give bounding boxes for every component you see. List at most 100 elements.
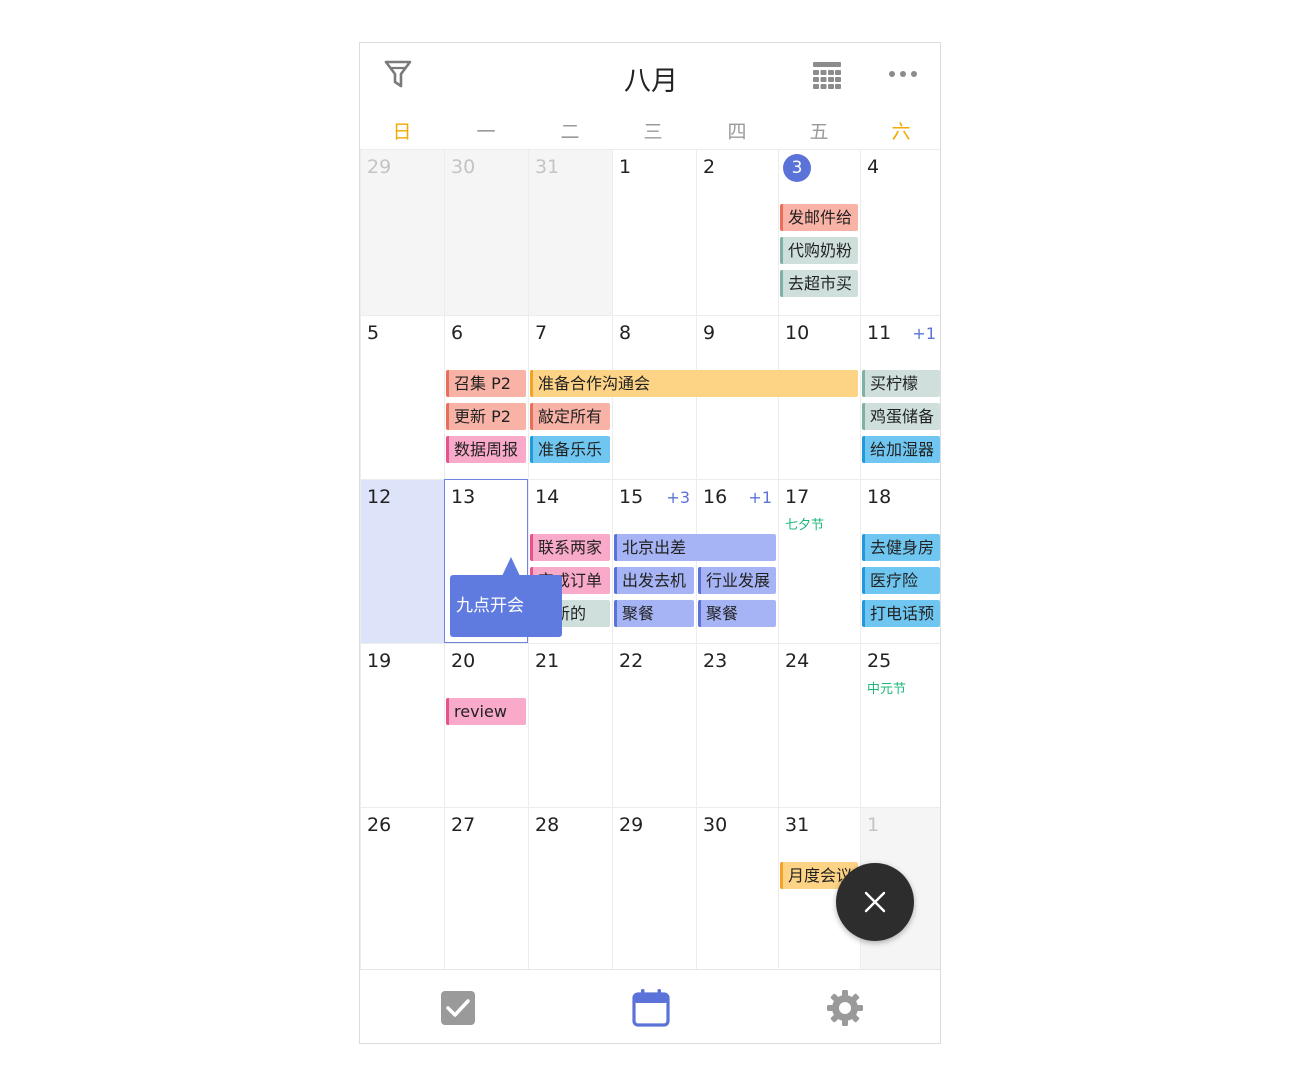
- day-cell[interactable]: 23: [696, 643, 778, 807]
- day-number: 13: [451, 486, 476, 508]
- day-number: 8: [619, 322, 632, 344]
- tooltip-arrow: [502, 557, 520, 576]
- calendar-app: 八月 日一二三四五六 29 30 31 1 2 3 4 发邮件给 代购奶粉 去超市买 5 6 7 8 9 10…: [359, 42, 941, 1044]
- day-number: 9: [703, 322, 716, 344]
- day-number: 24: [785, 650, 810, 672]
- event-chip[interactable]: 聚餐: [698, 600, 776, 627]
- event-chip[interactable]: 医疗险: [862, 567, 940, 594]
- day-cell[interactable]: 31: [528, 149, 612, 315]
- day-number: 10: [785, 322, 810, 344]
- day-cell[interactable]: 27: [444, 807, 528, 969]
- day-cell[interactable]: 30: [696, 807, 778, 969]
- day-cell[interactable]: 29: [360, 149, 444, 315]
- event-chip[interactable]: 召集 P2: [446, 370, 526, 397]
- day-number: 30: [451, 156, 476, 178]
- day-number: 28: [535, 814, 560, 836]
- day-cell[interactable]: 20: [444, 643, 528, 807]
- day-cell[interactable]: 10: [778, 315, 860, 479]
- calendar-icon: [632, 989, 670, 1027]
- day-number: 2: [703, 156, 716, 178]
- holiday-label: 七夕节: [785, 518, 825, 533]
- day-number: 15: [619, 486, 644, 508]
- day-number: 18: [867, 486, 892, 508]
- event-chip[interactable]: 联系两家: [530, 534, 610, 561]
- event-chip[interactable]: 给加湿器: [862, 436, 940, 463]
- event-chip[interactable]: 北京出差: [614, 534, 776, 561]
- event-chip[interactable]: 数据周报: [446, 436, 526, 463]
- event-chip[interactable]: 出发去机: [614, 567, 694, 594]
- event-chip[interactable]: 发邮件给: [780, 204, 858, 231]
- event-chip[interactable]: 准备合作沟通会: [530, 370, 858, 397]
- event-chip[interactable]: 鸡蛋储备: [862, 403, 940, 430]
- day-number: 22: [619, 650, 644, 672]
- tab-tasks[interactable]: [438, 988, 478, 1028]
- event-chip[interactable]: 聚餐: [614, 600, 694, 627]
- day-cell[interactable]: 28: [528, 807, 612, 969]
- event-chip[interactable]: 代购奶粉: [780, 237, 858, 264]
- event-chip[interactable]: 买柠檬: [862, 370, 940, 397]
- day-number: 29: [367, 156, 392, 178]
- month-grid: 29 30 31 1 2 3 4 发邮件给 代购奶粉 去超市买 5 6 7 8 9 10 11 +1 召集 P2 准备…: [360, 149, 940, 969]
- day-cell[interactable]: 4: [860, 149, 940, 315]
- day-number: 1: [867, 814, 880, 836]
- day-number: 31: [785, 814, 810, 836]
- more-events-count[interactable]: +1: [748, 488, 772, 507]
- day-number: 30: [703, 814, 728, 836]
- tab-calendar[interactable]: [631, 988, 671, 1028]
- event-chip[interactable]: 打电话预: [862, 600, 940, 627]
- tab-settings[interactable]: [825, 988, 865, 1028]
- month-title[interactable]: 八月: [360, 59, 940, 98]
- day-number: 27: [451, 814, 476, 836]
- gear-icon: [827, 990, 863, 1026]
- day-cell[interactable]: 8: [612, 315, 696, 479]
- day-number: 26: [367, 814, 392, 836]
- event-chip[interactable]: 去健身房: [862, 534, 940, 561]
- day-number: 5: [367, 322, 380, 344]
- event-tooltip[interactable]: 九点开会: [450, 575, 562, 637]
- day-cell[interactable]: 21: [528, 643, 612, 807]
- day-cell[interactable]: 19: [360, 643, 444, 807]
- day-number: 21: [535, 650, 560, 672]
- checkbox-icon: [441, 991, 475, 1025]
- event-chip[interactable]: 去超市买: [780, 270, 858, 297]
- day-cell[interactable]: 30: [444, 149, 528, 315]
- day-number: 12: [367, 486, 392, 508]
- event-chip[interactable]: 行业发展: [698, 567, 776, 594]
- day-number: 25: [867, 650, 892, 672]
- today-date: 3: [783, 154, 811, 182]
- day-cell[interactable]: 12: [360, 479, 444, 643]
- month-grid-icon[interactable]: [812, 61, 842, 89]
- event-chip[interactable]: 准备乐乐: [530, 436, 610, 463]
- more-events-count[interactable]: +3: [666, 488, 690, 507]
- more-events-count[interactable]: +1: [912, 324, 936, 343]
- event-chip[interactable]: review: [446, 698, 526, 725]
- day-number: 19: [367, 650, 392, 672]
- event-chip[interactable]: 更新 P2: [446, 403, 526, 430]
- day-number: 17: [785, 486, 810, 508]
- holiday-label: 中元节: [867, 682, 907, 697]
- weekday-label: 四: [727, 121, 747, 143]
- event-chip[interactable]: 敲定所有: [530, 403, 610, 430]
- day-cell[interactable]: 9: [696, 315, 778, 479]
- day-cell[interactable]: 25 中元节: [860, 643, 940, 807]
- day-number: 1: [619, 156, 632, 178]
- weekday-header: 日一二三四五六: [360, 113, 940, 149]
- day-number: 16: [703, 486, 728, 508]
- day-cell[interactable]: 5: [360, 315, 444, 479]
- day-number: 31: [535, 156, 560, 178]
- weekday-label: 日: [392, 121, 412, 143]
- day-cell[interactable]: 24: [778, 643, 860, 807]
- close-fab-button[interactable]: [836, 863, 914, 941]
- weekday-label: 六: [891, 121, 911, 143]
- day-cell[interactable]: 29: [612, 807, 696, 969]
- weekday-label: 二: [560, 121, 580, 143]
- weekday-label: 三: [643, 121, 663, 143]
- bottom-tab-bar: [360, 969, 940, 1043]
- day-cell[interactable]: 22: [612, 643, 696, 807]
- day-cell[interactable]: 2: [696, 149, 778, 315]
- day-cell[interactable]: 17 七夕节: [778, 479, 860, 643]
- day-number: 11: [867, 322, 892, 344]
- day-cell[interactable]: 26: [360, 807, 444, 969]
- more-icon[interactable]: [888, 69, 918, 79]
- day-cell[interactable]: 1: [612, 149, 696, 315]
